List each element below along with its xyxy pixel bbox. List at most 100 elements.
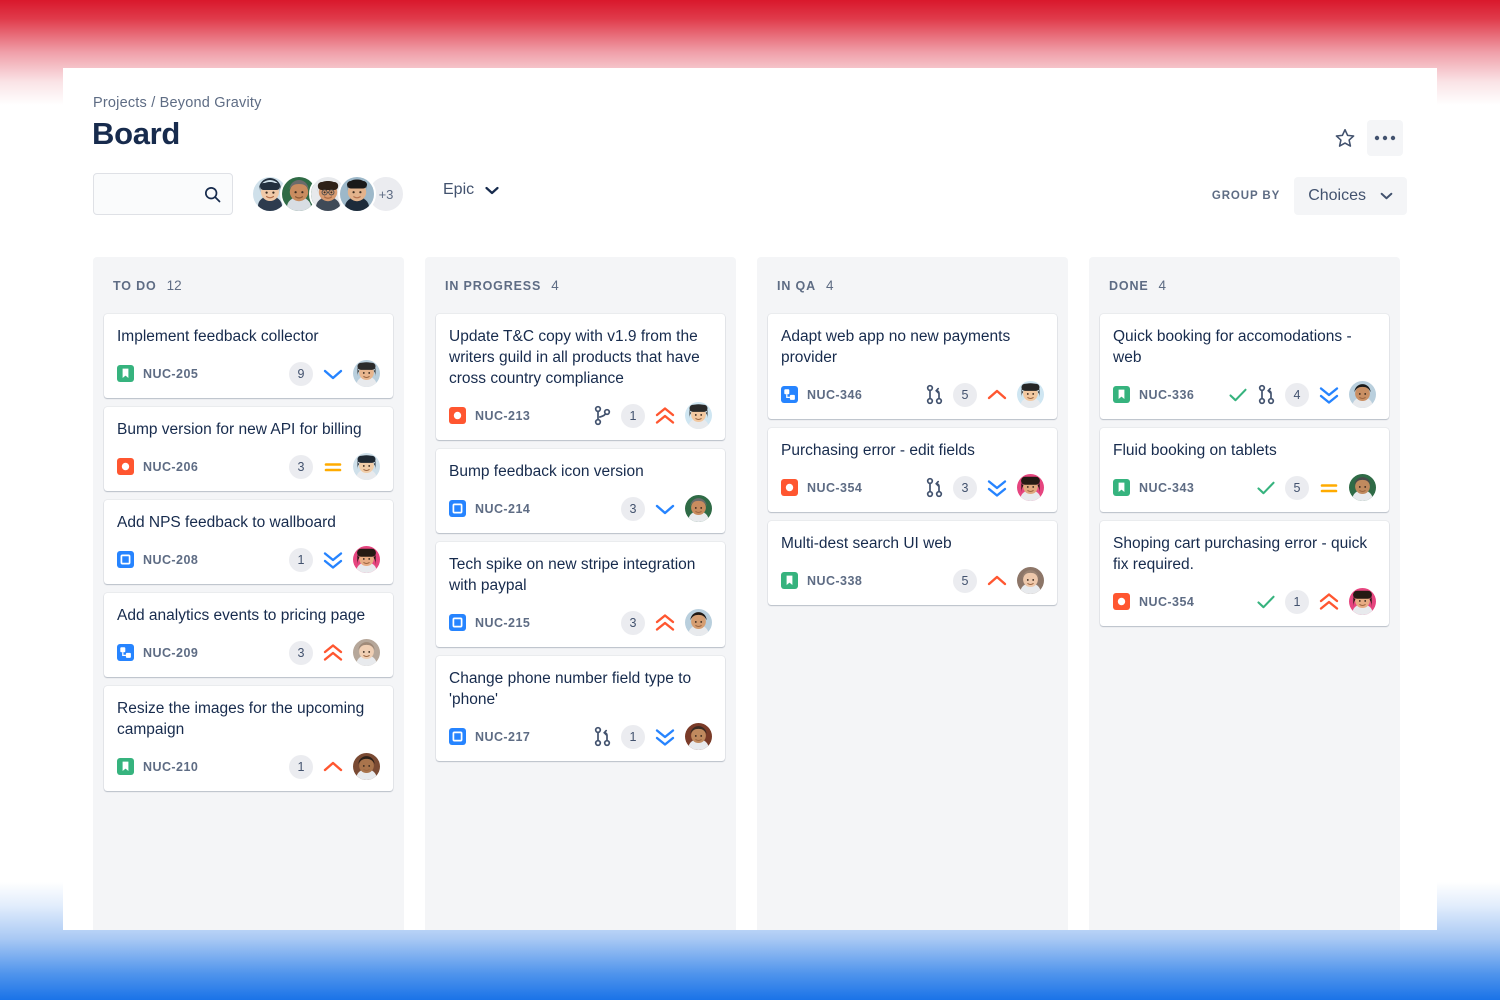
assignee-avatar[interactable] <box>1349 588 1376 615</box>
issue-card[interactable]: Add analytics events to pricing page NUC-… <box>104 593 393 677</box>
issue-title: Change phone number field type to 'phone… <box>449 670 692 708</box>
avatar[interactable] <box>338 175 376 213</box>
issue-card[interactable]: Implement feedback collector NUC-205 9 <box>104 314 393 398</box>
issue-identity: NUC-206 <box>117 458 198 475</box>
done-check-icon <box>1256 480 1276 496</box>
issue-indicators: 5 <box>925 381 1044 408</box>
bug-type-icon <box>449 407 466 424</box>
search-icon[interactable] <box>203 185 222 204</box>
issue-key[interactable]: NUC-205 <box>143 367 198 381</box>
issue-meta: NUC-214 3 <box>449 495 712 522</box>
issue-meta: NUC-217 1 <box>449 723 712 750</box>
issue-identity: NUC-346 <box>781 386 862 403</box>
group-by-label: GROUP BY <box>1211 190 1281 202</box>
star-button[interactable] <box>1327 120 1363 156</box>
priority-lowest-icon <box>322 550 344 570</box>
issue-key[interactable]: NUC-213 <box>475 409 530 423</box>
issue-indicators: 4 <box>1228 381 1376 408</box>
issue-card[interactable]: Tech spike on new stripe integration wit… <box>436 542 725 647</box>
column-name: TO DO <box>113 278 157 293</box>
pull-request-icon[interactable] <box>1257 384 1276 405</box>
search-input[interactable] <box>104 186 203 202</box>
pull-request-icon[interactable] <box>925 477 944 498</box>
column-count: 12 <box>166 278 182 293</box>
assignee-avatar[interactable] <box>685 723 712 750</box>
story-type-icon <box>781 572 798 589</box>
priority-highest-icon <box>322 643 344 663</box>
issue-key[interactable]: NUC-354 <box>807 481 862 495</box>
story-points-badge: 3 <box>953 475 977 500</box>
issue-key[interactable]: NUC-338 <box>807 574 862 588</box>
issue-card[interactable]: Add NPS feedback to wallboard NUC-208 1 <box>104 500 393 584</box>
issue-identity: NUC-343 <box>1113 479 1194 496</box>
issue-key[interactable]: NUC-217 <box>475 730 530 744</box>
issue-card[interactable]: Bump feedback icon version NUC-214 3 <box>436 449 725 533</box>
assignee-avatar[interactable] <box>1017 474 1044 501</box>
issue-key[interactable]: NUC-215 <box>475 616 530 630</box>
bug-type-icon <box>1113 593 1130 610</box>
issue-key[interactable]: NUC-206 <box>143 460 198 474</box>
issue-meta: NUC-213 1 <box>449 402 712 429</box>
issue-card[interactable]: Adapt web app no new payments provider NU… <box>768 314 1057 419</box>
issue-key[interactable]: NUC-208 <box>143 553 198 567</box>
story-points-badge: 3 <box>289 640 313 665</box>
issue-key[interactable]: NUC-209 <box>143 646 198 660</box>
assignee-avatar[interactable] <box>685 609 712 636</box>
issue-card[interactable]: Quick booking for accomodations - web NUC… <box>1100 314 1389 419</box>
more-options-button[interactable] <box>1367 120 1403 156</box>
group-by-dropdown[interactable]: Choices <box>1294 177 1407 215</box>
issue-card[interactable]: Change phone number field type to 'phone… <box>436 656 725 761</box>
story-points-badge: 3 <box>621 610 645 635</box>
search-box[interactable] <box>93 173 233 215</box>
column-count: 4 <box>551 278 559 293</box>
issue-key[interactable]: NUC-214 <box>475 502 530 516</box>
priority-low-icon <box>654 499 676 519</box>
board-column: TO DO 12 Implement feedback collector NUC-2… <box>93 257 404 930</box>
assignee-avatar[interactable] <box>353 453 380 480</box>
issue-card[interactable]: Purchasing error - edit fields NUC-354 3 <box>768 428 1057 512</box>
issue-card[interactable]: Update T&C copy with v1.9 from the write… <box>436 314 725 440</box>
breadcrumb[interactable]: Projects / Beyond Gravity <box>93 95 262 111</box>
issue-key[interactable]: NUC-346 <box>807 388 862 402</box>
issue-title: Tech spike on new stripe integration wit… <box>449 556 696 594</box>
assignee-avatar[interactable] <box>1349 381 1376 408</box>
group-by-control: GROUP BY Choices <box>1212 177 1407 215</box>
epic-filter-dropdown[interactable]: Epic <box>443 181 499 199</box>
branch-icon[interactable] <box>593 405 612 426</box>
pull-request-icon[interactable] <box>593 726 612 747</box>
issue-card[interactable]: Fluid booking on tablets NUC-343 5 <box>1100 428 1389 512</box>
issue-identity: NUC-338 <box>781 572 862 589</box>
issue-key[interactable]: NUC-354 <box>1139 595 1194 609</box>
issue-card[interactable]: Bump version for new API for billing NUC-… <box>104 407 393 491</box>
assignee-avatar[interactable] <box>1017 381 1044 408</box>
issue-key[interactable]: NUC-210 <box>143 760 198 774</box>
pull-request-icon[interactable] <box>925 384 944 405</box>
issue-meta: NUC-208 1 <box>117 546 380 573</box>
issue-title: Bump feedback icon version <box>449 463 644 480</box>
story-points-badge: 1 <box>1285 589 1309 614</box>
assignee-avatar[interactable] <box>353 639 380 666</box>
priority-highest-icon <box>654 613 676 633</box>
issue-card[interactable]: Shoping cart purchasing error - quick fi… <box>1100 521 1389 626</box>
assignee-avatar[interactable] <box>1017 567 1044 594</box>
assignee-avatar[interactable] <box>353 753 380 780</box>
issue-meta: NUC-205 9 <box>117 360 380 387</box>
assignee-avatar[interactable] <box>353 360 380 387</box>
column-header: TO DO 12 <box>104 257 393 314</box>
assignee-avatar[interactable] <box>1349 474 1376 501</box>
issue-meta: NUC-209 3 <box>117 639 380 666</box>
issue-identity: NUC-213 <box>449 407 530 424</box>
column-name: DONE <box>1109 278 1149 293</box>
issue-title: Add analytics events to pricing page <box>117 607 366 624</box>
assignee-avatar[interactable] <box>685 495 712 522</box>
assignee-avatar[interactable] <box>353 546 380 573</box>
issue-card[interactable]: Multi-dest search UI web NUC-338 5 <box>768 521 1057 605</box>
issue-key[interactable]: NUC-343 <box>1139 481 1194 495</box>
issue-card[interactable]: Resize the images for the upcoming campa… <box>104 686 393 791</box>
issue-indicators: 9 <box>289 360 380 387</box>
bug-type-icon <box>117 458 134 475</box>
issue-key[interactable]: NUC-336 <box>1139 388 1194 402</box>
assignee-avatar[interactable] <box>685 402 712 429</box>
assignee-avatar-group[interactable]: +3 <box>251 175 405 213</box>
issue-meta: NUC-206 3 <box>117 453 380 480</box>
